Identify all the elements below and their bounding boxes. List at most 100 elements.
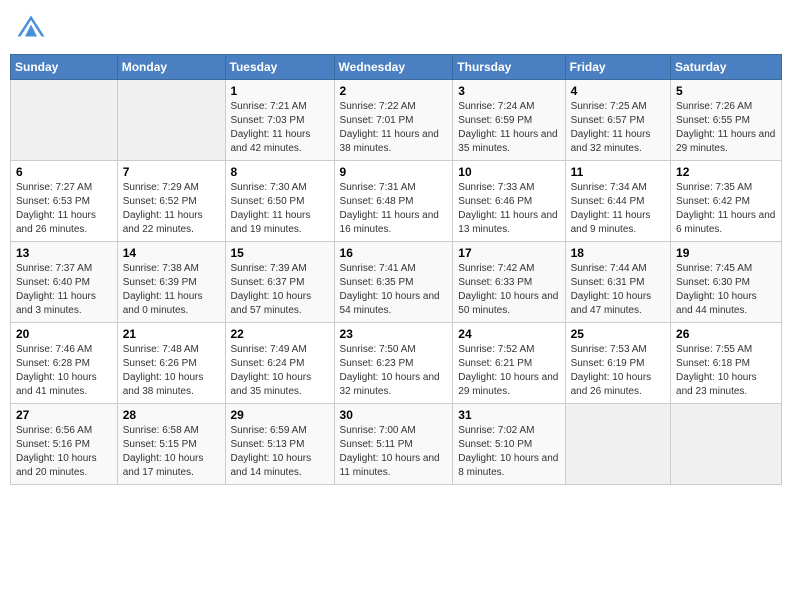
day-number: 31	[458, 408, 559, 422]
calendar-cell: 27 Sunrise: 6:56 AM Sunset: 5:16 PM Dayli…	[11, 404, 118, 485]
calendar-week-5: 27 Sunrise: 6:56 AM Sunset: 5:16 PM Dayli…	[11, 404, 782, 485]
calendar-cell: 23 Sunrise: 7:50 AM Sunset: 6:23 PM Dayli…	[334, 323, 453, 404]
calendar-cell: 6Sunrise: 7:27 AM Sunset: 6:53 PM Daylig…	[11, 161, 118, 242]
day-info: Sunrise: 7:49 AM Sunset: 6:24 PM Dayligh…	[231, 343, 329, 399]
calendar-cell: 21 Sunrise: 7:48 AM Sunset: 6:26 PM Dayli…	[117, 323, 225, 404]
calendar-cell: 7 Sunrise: 7:29 AM Sunset: 6:52 PM Daylig…	[117, 161, 225, 242]
day-number: 21	[123, 327, 220, 341]
calendar-body: 1 Sunrise: 7:21 AM Sunset: 7:03 PM Daylig…	[11, 80, 782, 485]
logo-icon	[16, 14, 46, 44]
calendar-cell: 24 Sunrise: 7:52 AM Sunset: 6:21 PM Dayli…	[453, 323, 565, 404]
day-number: 15	[231, 246, 329, 260]
day-info: Sunrise: 7:22 AM Sunset: 7:01 PM Dayligh…	[340, 100, 448, 156]
day-number: 27	[16, 408, 112, 422]
day-number: 10	[458, 165, 559, 179]
day-number: 14	[123, 246, 220, 260]
page-header	[10, 10, 782, 48]
day-number: 25	[571, 327, 665, 341]
calendar-week-1: 1 Sunrise: 7:21 AM Sunset: 7:03 PM Daylig…	[11, 80, 782, 161]
calendar-week-3: 13 Sunrise: 7:37 AM Sunset: 6:40 PM Dayli…	[11, 242, 782, 323]
day-info: Sunrise: 7:50 AM Sunset: 6:23 PM Dayligh…	[340, 343, 448, 399]
calendar-header: SundayMondayTuesdayWednesdayThursdayFrid…	[11, 55, 782, 80]
day-number: 7	[123, 165, 220, 179]
calendar-cell: 26 Sunrise: 7:55 AM Sunset: 6:18 PM Dayli…	[671, 323, 782, 404]
day-number: 20	[16, 327, 112, 341]
calendar-cell	[565, 404, 670, 485]
day-number: 13	[16, 246, 112, 260]
day-number: 30	[340, 408, 448, 422]
calendar-cell: 19 Sunrise: 7:45 AM Sunset: 6:30 PM Dayli…	[671, 242, 782, 323]
calendar-week-2: 6Sunrise: 7:27 AM Sunset: 6:53 PM Daylig…	[11, 161, 782, 242]
day-info: Sunrise: 7:42 AM Sunset: 6:33 PM Dayligh…	[458, 262, 559, 318]
day-number: 1	[231, 84, 329, 98]
calendar-cell: 18 Sunrise: 7:44 AM Sunset: 6:31 PM Dayli…	[565, 242, 670, 323]
weekday-header-sunday: Sunday	[11, 55, 118, 80]
weekday-header-friday: Friday	[565, 55, 670, 80]
calendar-cell: 22 Sunrise: 7:49 AM Sunset: 6:24 PM Dayli…	[225, 323, 334, 404]
day-info: Sunrise: 7:44 AM Sunset: 6:31 PM Dayligh…	[571, 262, 665, 318]
day-info: Sunrise: 7:30 AM Sunset: 6:50 PM Dayligh…	[231, 181, 329, 237]
day-number: 2	[340, 84, 448, 98]
calendar-cell	[117, 80, 225, 161]
day-number: 23	[340, 327, 448, 341]
day-number: 29	[231, 408, 329, 422]
calendar-cell: 14 Sunrise: 7:38 AM Sunset: 6:39 PM Dayli…	[117, 242, 225, 323]
calendar-cell: 30 Sunrise: 7:00 AM Sunset: 5:11 PM Dayli…	[334, 404, 453, 485]
day-info: Sunrise: 7:37 AM Sunset: 6:40 PM Dayligh…	[16, 262, 112, 318]
day-info: Sunrise: 7:48 AM Sunset: 6:26 PM Dayligh…	[123, 343, 220, 399]
day-info: Sunrise: 7:29 AM Sunset: 6:52 PM Dayligh…	[123, 181, 220, 237]
calendar-cell: 3 Sunrise: 7:24 AM Sunset: 6:59 PM Daylig…	[453, 80, 565, 161]
day-info: Sunrise: 6:56 AM Sunset: 5:16 PM Dayligh…	[16, 424, 112, 480]
day-info: Sunrise: 7:45 AM Sunset: 6:30 PM Dayligh…	[676, 262, 776, 318]
calendar-cell: 9Sunrise: 7:31 AM Sunset: 6:48 PM Daylig…	[334, 161, 453, 242]
day-number: 22	[231, 327, 329, 341]
day-info: Sunrise: 7:24 AM Sunset: 6:59 PM Dayligh…	[458, 100, 559, 156]
day-info: Sunrise: 7:33 AM Sunset: 6:46 PM Dayligh…	[458, 181, 559, 237]
day-info: Sunrise: 7:26 AM Sunset: 6:55 PM Dayligh…	[676, 100, 776, 156]
day-info: Sunrise: 7:34 AM Sunset: 6:44 PM Dayligh…	[571, 181, 665, 237]
weekday-header-monday: Monday	[117, 55, 225, 80]
day-info: Sunrise: 7:38 AM Sunset: 6:39 PM Dayligh…	[123, 262, 220, 318]
day-number: 4	[571, 84, 665, 98]
day-info: Sunrise: 7:00 AM Sunset: 5:11 PM Dayligh…	[340, 424, 448, 480]
day-info: Sunrise: 7:52 AM Sunset: 6:21 PM Dayligh…	[458, 343, 559, 399]
calendar-cell: 1 Sunrise: 7:21 AM Sunset: 7:03 PM Daylig…	[225, 80, 334, 161]
calendar-cell: 2 Sunrise: 7:22 AM Sunset: 7:01 PM Daylig…	[334, 80, 453, 161]
weekday-header-wednesday: Wednesday	[334, 55, 453, 80]
day-number: 26	[676, 327, 776, 341]
header-row: SundayMondayTuesdayWednesdayThursdayFrid…	[11, 55, 782, 80]
logo	[16, 14, 50, 44]
calendar-cell: 29 Sunrise: 6:59 AM Sunset: 5:13 PM Dayli…	[225, 404, 334, 485]
day-info: Sunrise: 7:21 AM Sunset: 7:03 PM Dayligh…	[231, 100, 329, 156]
day-info: Sunrise: 7:39 AM Sunset: 6:37 PM Dayligh…	[231, 262, 329, 318]
calendar-cell: 12 Sunrise: 7:35 AM Sunset: 6:42 PM Dayli…	[671, 161, 782, 242]
day-number: 5	[676, 84, 776, 98]
day-number: 12	[676, 165, 776, 179]
calendar-cell	[11, 80, 118, 161]
day-number: 3	[458, 84, 559, 98]
day-info: Sunrise: 7:55 AM Sunset: 6:18 PM Dayligh…	[676, 343, 776, 399]
calendar-cell	[671, 404, 782, 485]
calendar-cell: 28Sunrise: 6:58 AM Sunset: 5:15 PM Dayli…	[117, 404, 225, 485]
calendar-cell: 16Sunrise: 7:41 AM Sunset: 6:35 PM Dayli…	[334, 242, 453, 323]
day-number: 19	[676, 246, 776, 260]
day-number: 8	[231, 165, 329, 179]
day-info: Sunrise: 6:58 AM Sunset: 5:15 PM Dayligh…	[123, 424, 220, 480]
weekday-header-saturday: Saturday	[671, 55, 782, 80]
weekday-header-tuesday: Tuesday	[225, 55, 334, 80]
day-number: 9	[340, 165, 448, 179]
calendar-cell: 4Sunrise: 7:25 AM Sunset: 6:57 PM Daylig…	[565, 80, 670, 161]
calendar-cell: 20Sunrise: 7:46 AM Sunset: 6:28 PM Dayli…	[11, 323, 118, 404]
day-number: 24	[458, 327, 559, 341]
day-info: Sunrise: 7:02 AM Sunset: 5:10 PM Dayligh…	[458, 424, 559, 480]
day-info: Sunrise: 7:27 AM Sunset: 6:53 PM Dayligh…	[16, 181, 112, 237]
day-info: Sunrise: 6:59 AM Sunset: 5:13 PM Dayligh…	[231, 424, 329, 480]
calendar-table: SundayMondayTuesdayWednesdayThursdayFrid…	[10, 54, 782, 485]
day-info: Sunrise: 7:35 AM Sunset: 6:42 PM Dayligh…	[676, 181, 776, 237]
day-number: 18	[571, 246, 665, 260]
calendar-cell: 15 Sunrise: 7:39 AM Sunset: 6:37 PM Dayli…	[225, 242, 334, 323]
calendar-cell: 13 Sunrise: 7:37 AM Sunset: 6:40 PM Dayli…	[11, 242, 118, 323]
day-number: 16	[340, 246, 448, 260]
weekday-header-thursday: Thursday	[453, 55, 565, 80]
calendar-cell: 5 Sunrise: 7:26 AM Sunset: 6:55 PM Daylig…	[671, 80, 782, 161]
